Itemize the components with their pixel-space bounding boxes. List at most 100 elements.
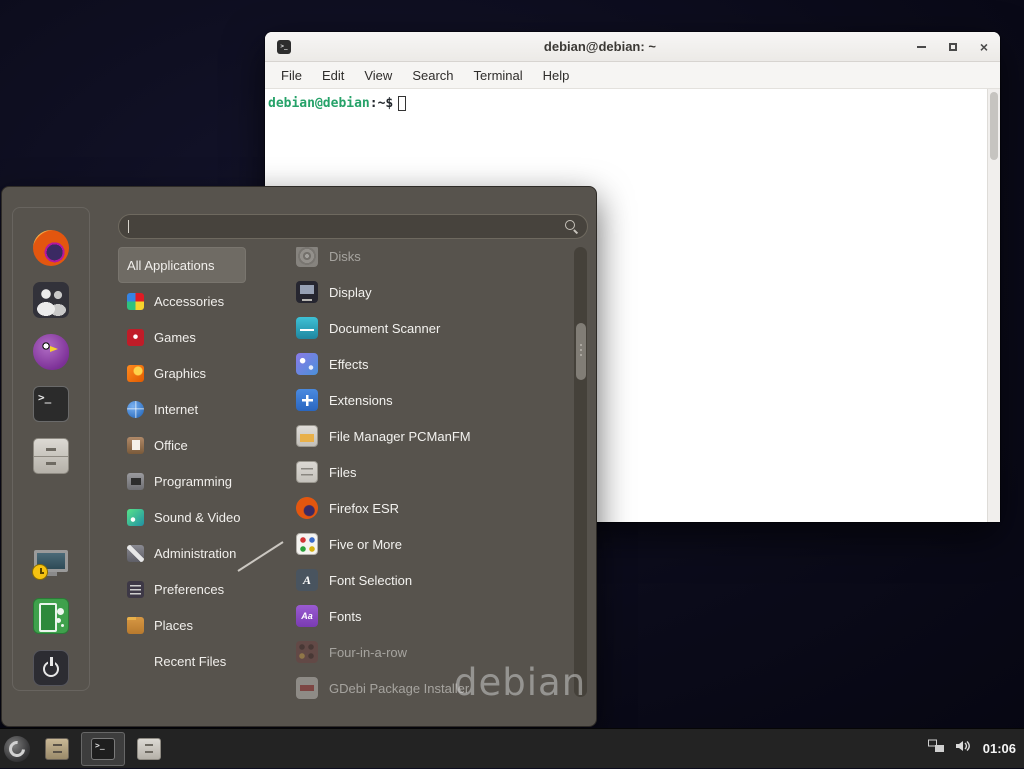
category-label: Programming xyxy=(154,474,232,489)
category-label: Places xyxy=(154,618,193,633)
category-label: Internet xyxy=(154,402,198,417)
category-internet[interactable]: Internet xyxy=(118,391,266,427)
favorite-terminal[interactable]: >_ xyxy=(33,386,69,422)
category-graphics[interactable]: Graphics xyxy=(118,355,266,391)
app-item-disks[interactable]: Disks xyxy=(285,247,573,274)
category-label: Graphics xyxy=(154,366,206,381)
lock-screen-button[interactable] xyxy=(33,546,69,582)
sound-video-icon xyxy=(127,509,144,526)
prompt-user-host: debian@debian xyxy=(268,96,370,111)
category-recent-files[interactable]: Recent Files xyxy=(118,643,266,679)
menu-help[interactable]: Help xyxy=(533,64,580,87)
menu-search[interactable]: Search xyxy=(402,64,463,87)
app-label: Four-in-a-row xyxy=(329,645,407,660)
prompt-colon: : xyxy=(370,96,378,111)
close-button[interactable]: × xyxy=(980,40,988,54)
menu-file[interactable]: File xyxy=(271,64,312,87)
app-label: Effects xyxy=(329,357,369,372)
category-places[interactable]: Places xyxy=(118,607,266,643)
favorite-firefox[interactable] xyxy=(33,230,69,266)
menu-button[interactable] xyxy=(0,729,34,769)
pcmanfm-icon xyxy=(296,425,318,447)
favorites-panel: >_ xyxy=(12,207,90,691)
app-label: Firefox ESR xyxy=(329,501,399,516)
app-item-gdebi-package-installer[interactable]: GDebi Package Installer xyxy=(285,670,573,699)
extensions-icon xyxy=(296,389,318,411)
four-in-a-row-icon xyxy=(296,641,318,663)
app-item-files[interactable]: Files xyxy=(285,454,573,490)
purple-bird-icon xyxy=(33,334,69,370)
category-sound-video[interactable]: Sound & Video xyxy=(118,499,266,535)
category-label: Preferences xyxy=(154,582,224,597)
clock[interactable]: 01:06 xyxy=(983,741,1016,756)
category-games[interactable]: Games xyxy=(118,319,266,355)
games-icon xyxy=(127,329,144,346)
favorite-purple-app[interactable] xyxy=(33,334,69,370)
category-office[interactable]: Office xyxy=(118,427,266,463)
terminal-scrollbar[interactable] xyxy=(987,89,1000,522)
category-programming[interactable]: Programming xyxy=(118,463,266,499)
maximize-button[interactable] xyxy=(949,43,957,51)
favorite-file-manager[interactable] xyxy=(33,438,69,474)
terminal-icon: >_ xyxy=(91,738,115,760)
files-icon xyxy=(296,461,318,483)
gdebi-icon xyxy=(296,677,318,699)
menu-terminal[interactable]: Terminal xyxy=(464,64,533,87)
app-item-fonts[interactable]: Aa Fonts xyxy=(285,598,573,634)
app-label: Display xyxy=(329,285,372,300)
taskbar-files[interactable] xyxy=(127,732,171,766)
category-label: All Applications xyxy=(127,258,214,273)
taskbar: >_ 01:06 xyxy=(0,728,1024,768)
favorite-users-app[interactable] xyxy=(33,282,69,318)
accessories-icon xyxy=(127,293,144,310)
app-label: Document Scanner xyxy=(329,321,440,336)
taskbar-terminal[interactable]: >_ xyxy=(81,732,125,766)
menu-scrollbar-thumb[interactable] xyxy=(576,323,586,380)
search-icon xyxy=(565,220,578,233)
firefox-esr-icon xyxy=(296,497,318,519)
internet-globe-icon xyxy=(127,401,144,418)
category-label: Accessories xyxy=(154,294,224,309)
shutdown-icon xyxy=(33,650,69,686)
app-item-file-manager-pcmanfm[interactable]: File Manager PCManFM xyxy=(285,418,573,454)
search-input[interactable] xyxy=(129,217,565,237)
terminal-icon: >_ xyxy=(33,386,69,422)
menu-edit[interactable]: Edit xyxy=(312,64,354,87)
app-label: Files xyxy=(329,465,356,480)
app-item-display[interactable]: Display xyxy=(285,274,573,310)
menu-view[interactable]: View xyxy=(354,64,402,87)
display-icon xyxy=(296,281,318,303)
category-all-applications[interactable]: All Applications xyxy=(118,247,246,283)
logout-button[interactable] xyxy=(33,598,69,634)
terminal-menubar: File Edit View Search Terminal Help xyxy=(265,62,1000,89)
logout-icon xyxy=(33,598,69,634)
menu-search-box[interactable] xyxy=(118,214,588,239)
disks-icon xyxy=(296,247,318,267)
category-preferences[interactable]: Preferences xyxy=(118,571,266,607)
minimize-button[interactable] xyxy=(917,46,926,48)
app-item-five-or-more[interactable]: Five or More xyxy=(285,526,573,562)
taskbar-file-manager[interactable] xyxy=(35,732,79,766)
app-item-four-in-a-row[interactable]: Four-in-a-row xyxy=(285,634,573,670)
app-item-effects[interactable]: Effects xyxy=(285,346,573,382)
fonts-icon: Aa xyxy=(296,605,318,627)
app-item-document-scanner[interactable]: Document Scanner xyxy=(285,310,573,346)
effects-icon xyxy=(296,353,318,375)
mouse-cursor xyxy=(237,541,285,573)
terminal-titlebar[interactable]: >_ debian@debian: ~ × xyxy=(265,32,1000,62)
lock-screen-icon xyxy=(33,546,69,582)
terminal-scrollbar-thumb[interactable] xyxy=(990,92,998,160)
graphics-icon xyxy=(127,365,144,382)
category-accessories[interactable]: Accessories xyxy=(118,283,266,319)
network-icon[interactable] xyxy=(928,739,944,758)
category-label: Sound & Video xyxy=(154,510,241,525)
shutdown-button[interactable] xyxy=(33,650,69,686)
menu-scrollbar[interactable] xyxy=(574,247,587,697)
app-item-font-selection[interactable]: A Font Selection xyxy=(285,562,573,598)
office-icon xyxy=(127,437,144,454)
distro-logo-icon xyxy=(4,736,30,762)
app-item-firefox-esr[interactable]: Firefox ESR xyxy=(285,490,573,526)
volume-icon[interactable] xyxy=(955,739,972,758)
app-item-extensions[interactable]: Extensions xyxy=(285,382,573,418)
places-folder-icon xyxy=(127,617,144,634)
